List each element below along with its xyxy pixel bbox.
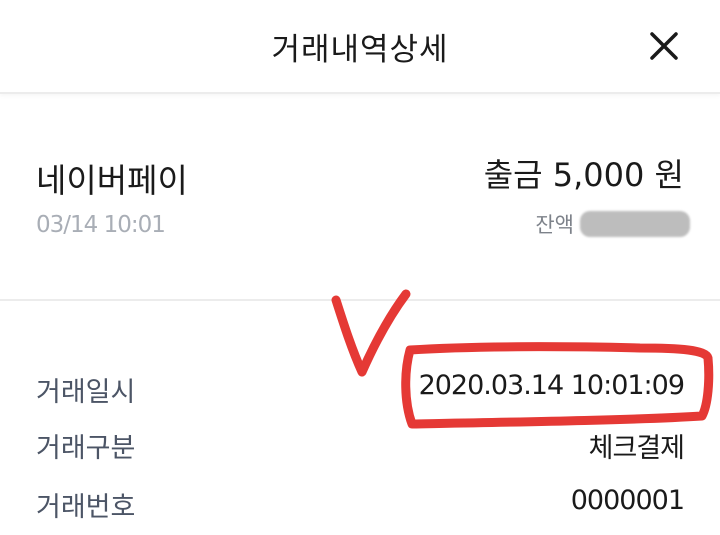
balance-redaction bbox=[580, 211, 690, 237]
detail-label: 거래번호 bbox=[36, 492, 136, 523]
page-title: 거래내역상세 bbox=[271, 32, 449, 68]
detail-row-number: 거래번호 0000001 bbox=[0, 477, 720, 527]
detail-row-datetime: 거래일시 2020.03.14 10:01:09 bbox=[0, 362, 720, 412]
transaction-details: 거래일시 2020.03.14 10:01:09 거래구분 체크결제 거래번호 … bbox=[0, 301, 720, 535]
detail-row-type: 거래구분 체크결제 bbox=[0, 418, 720, 468]
header-bar: 거래내역상세 bbox=[0, 0, 720, 94]
detail-label: 거래구분 bbox=[36, 433, 136, 464]
transaction-summary: 네이버페이 03/14 10:01 출금 5,000 원 잔액 bbox=[0, 94, 720, 300]
detail-value: 체크결제 bbox=[588, 433, 685, 464]
detail-value: 2020.03.14 10:01:09 bbox=[418, 370, 685, 401]
transaction-date: 03/14 10:01 bbox=[36, 212, 166, 238]
detail-label: 거래일시 bbox=[36, 377, 136, 408]
balance: 잔액 bbox=[535, 206, 690, 242]
withdrawal-amount: 출금 5,000 원 bbox=[483, 156, 684, 194]
balance-label: 잔액 bbox=[535, 213, 574, 237]
merchant-name: 네이버페이 bbox=[36, 161, 188, 200]
close-button[interactable] bbox=[642, 24, 686, 68]
detail-value: 0000001 bbox=[570, 485, 685, 516]
close-icon bbox=[650, 32, 678, 60]
transaction-detail-screen: 거래내역상세 네이버페이 03/14 10:01 출금 5,000 원 잔액 거… bbox=[0, 0, 720, 535]
